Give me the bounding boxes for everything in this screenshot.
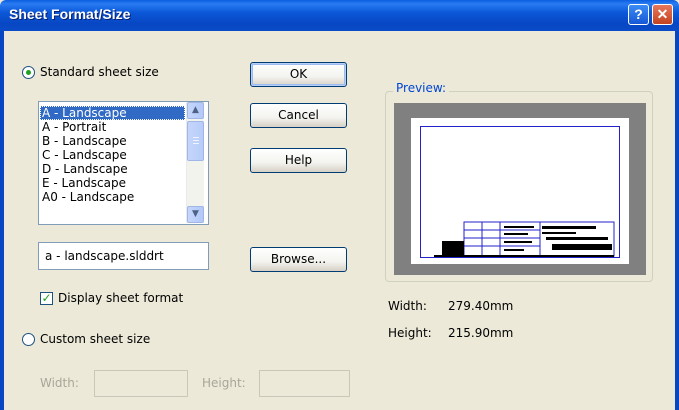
custom-size-radio[interactable]	[22, 333, 35, 346]
list-item[interactable]: A - Portrait	[40, 120, 185, 134]
preview-height-value: 215.90mm	[448, 326, 514, 340]
title-bar: Sheet Format/Size ? ✕	[0, 0, 679, 31]
standard-size-label: Standard sheet size	[40, 65, 159, 79]
close-icon[interactable]: ✕	[652, 4, 673, 25]
help-icon[interactable]: ?	[628, 4, 649, 25]
display-format-checkbox[interactable]: ✓	[40, 292, 53, 305]
scroll-down-icon[interactable]: ▼	[187, 206, 204, 223]
preview-height-label: Height:	[388, 326, 432, 340]
list-item[interactable]: C - Landscape	[40, 148, 185, 162]
dialog-title: Sheet Format/Size	[9, 6, 131, 22]
list-item[interactable]: E - Landscape	[40, 176, 185, 190]
preview-label: Preview:	[393, 81, 450, 95]
preview-width-label: Width:	[388, 299, 427, 313]
custom-height-label: Height:	[202, 376, 246, 390]
list-item[interactable]: A - Landscape	[40, 106, 185, 120]
cancel-button[interactable]: Cancel	[250, 103, 347, 128]
custom-width-label: Width:	[40, 376, 79, 390]
format-file-field[interactable]: a - landscape.slddrt	[38, 242, 209, 270]
radio-selected-dot	[26, 70, 31, 75]
sheet-size-list[interactable]: A - Landscape A - Portrait B - Landscape…	[38, 101, 209, 225]
list-item[interactable]: B - Landscape	[40, 134, 185, 148]
browse-button[interactable]: Browse...	[250, 247, 347, 272]
help-button[interactable]: Help	[250, 148, 347, 173]
display-format-label: Display sheet format	[58, 291, 184, 305]
title-block-thumbnail	[434, 221, 615, 257]
scroll-thumb[interactable]	[187, 121, 204, 161]
custom-size-label: Custom sheet size	[40, 332, 151, 346]
standard-size-radio[interactable]	[22, 66, 35, 79]
list-scrollbar[interactable]: ▲ ▼	[186, 102, 204, 223]
custom-height-input[interactable]	[259, 370, 350, 397]
custom-width-input[interactable]	[94, 370, 188, 397]
window-frame-left	[0, 31, 4, 410]
window-frame-right	[675, 31, 679, 410]
list-item[interactable]: A0 - Landscape	[40, 190, 185, 204]
preview-width-value: 279.40mm	[448, 299, 514, 313]
scroll-up-icon[interactable]: ▲	[187, 102, 204, 119]
ok-button[interactable]: OK	[250, 62, 347, 87]
list-item[interactable]: D - Landscape	[40, 162, 185, 176]
